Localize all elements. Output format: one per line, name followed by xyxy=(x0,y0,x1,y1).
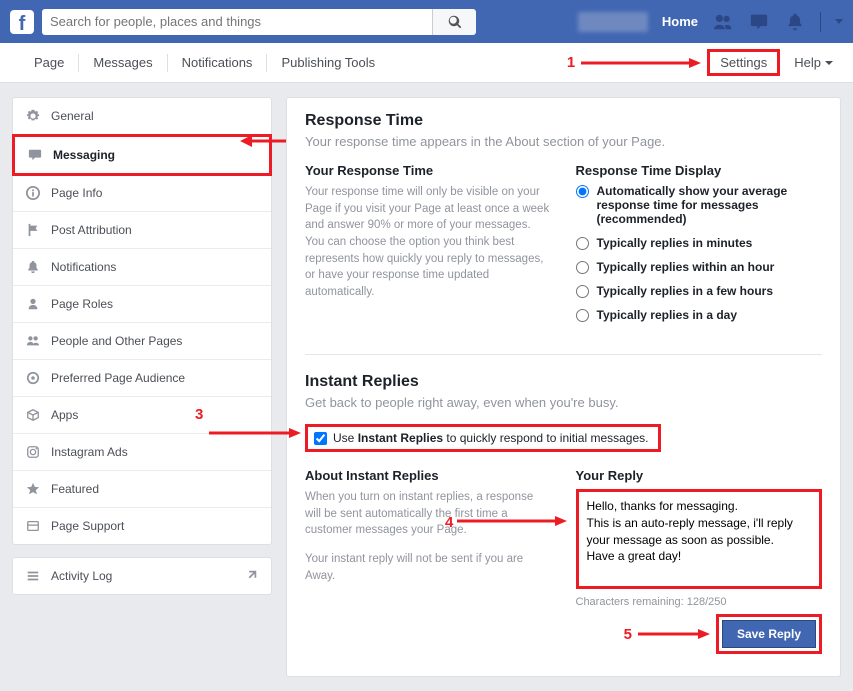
camera-icon xyxy=(25,444,41,460)
topbar: f Home xyxy=(0,0,853,43)
info-icon xyxy=(25,185,41,201)
page-nav: Page Messages Notifications Publishing T… xyxy=(0,43,853,83)
subsection-title: Response Time Display xyxy=(576,163,823,178)
gear-icon xyxy=(25,108,41,124)
sidebar-item-page-info[interactable]: Page Info xyxy=(13,175,271,212)
list-icon xyxy=(25,568,41,584)
search-button[interactable] xyxy=(432,9,476,35)
radio-option-hour[interactable]: Typically replies within an hour xyxy=(576,260,823,274)
sidebar-item-page-roles[interactable]: Page Roles xyxy=(13,286,271,323)
radio-option-auto[interactable]: Automatically show your average response… xyxy=(576,184,823,226)
sidebar-item-post-attribution[interactable]: Post Attribution xyxy=(13,212,271,249)
sidebar-item-label: Page Support xyxy=(51,519,124,533)
sidebar-item-label: Activity Log xyxy=(51,569,112,583)
radio-option-minutes[interactable]: Typically replies in minutes xyxy=(576,236,823,250)
search-input[interactable] xyxy=(42,9,432,35)
main-content: Response Time Your response time appears… xyxy=(286,97,841,677)
bell-icon xyxy=(25,259,41,275)
sidebar-item-label: Post Attribution xyxy=(51,223,132,237)
sidebar-item-label: People and Other Pages xyxy=(51,334,182,348)
sidebar-item-people-pages[interactable]: People and Other Pages xyxy=(13,323,271,360)
subsection-title: About Instant Replies xyxy=(305,468,552,483)
annotation-number: 5 xyxy=(624,626,632,643)
help-dropdown[interactable]: Help xyxy=(794,55,833,70)
sidebar-item-label: Page Roles xyxy=(51,297,113,311)
characters-remaining: Characters remaining: 128/250 xyxy=(576,596,823,608)
sidebar-item-label: Preferred Page Audience xyxy=(51,371,185,385)
sidebar-item-label: Featured xyxy=(51,482,99,496)
sidebar-item-label: Page Info xyxy=(51,186,102,200)
profile-link[interactable] xyxy=(578,12,648,32)
facebook-logo[interactable]: f xyxy=(10,10,34,34)
account-dropdown[interactable] xyxy=(835,19,843,24)
sidebar-item-activity-log[interactable]: Activity Log xyxy=(13,558,271,594)
home-link[interactable]: Home xyxy=(662,14,698,29)
search-icon xyxy=(448,15,462,29)
annotation-number: 1 xyxy=(567,54,575,71)
flag-icon xyxy=(25,518,41,534)
target-icon xyxy=(25,370,41,386)
person-icon xyxy=(25,296,41,312)
sidebar-item-preferred-audience[interactable]: Preferred Page Audience xyxy=(13,360,271,397)
tab-notifications[interactable]: Notifications xyxy=(168,55,267,70)
subsection-description: Your response time will only be visible … xyxy=(305,184,552,301)
sidebar-item-instagram-ads[interactable]: Instagram Ads xyxy=(13,434,271,471)
annotation-arrow xyxy=(638,627,710,641)
settings-sidebar: General Messaging Page Info Post Attribu… xyxy=(12,97,272,595)
external-icon xyxy=(243,568,259,584)
subsection-title: Your Reply xyxy=(576,468,823,483)
speech-icon xyxy=(27,147,43,163)
radio-option-few-hours[interactable]: Typically replies in a few hours xyxy=(576,284,823,298)
people-icon xyxy=(25,333,41,349)
tab-page[interactable]: Page xyxy=(20,55,78,70)
section-subtitle: Get back to people right away, even when… xyxy=(305,395,822,410)
tab-publishing-tools[interactable]: Publishing Tools xyxy=(267,55,389,70)
instant-replies-checkbox[interactable]: Use Instant Replies to quickly respond t… xyxy=(305,424,661,452)
sidebar-item-label: Messaging xyxy=(53,148,115,162)
messages-icon[interactable] xyxy=(748,11,770,33)
sidebar-item-apps[interactable]: Apps xyxy=(13,397,271,434)
annotation-arrow xyxy=(581,56,701,70)
sidebar-item-messaging[interactable]: Messaging xyxy=(15,137,269,173)
sidebar-item-label: Instagram Ads xyxy=(51,445,128,459)
flag-icon xyxy=(25,222,41,238)
tab-settings[interactable]: Settings xyxy=(707,49,780,76)
radio-option-day[interactable]: Typically replies in a day xyxy=(576,308,823,322)
box-icon xyxy=(25,407,41,423)
friend-requests-icon[interactable] xyxy=(712,11,734,33)
sidebar-item-label: General xyxy=(51,109,94,123)
section-title: Instant Replies xyxy=(305,373,822,391)
notifications-icon[interactable] xyxy=(784,11,806,33)
tab-messages[interactable]: Messages xyxy=(79,55,166,70)
sidebar-item-general[interactable]: General xyxy=(13,98,271,135)
sidebar-item-notifications[interactable]: Notifications xyxy=(13,249,271,286)
sidebar-item-label: Apps xyxy=(51,408,78,422)
subsection-title: Your Response Time xyxy=(305,163,552,178)
subsection-note: Your instant reply will not be sent if y… xyxy=(305,551,552,584)
sidebar-item-featured[interactable]: Featured xyxy=(13,471,271,508)
sidebar-item-page-support[interactable]: Page Support xyxy=(13,508,271,544)
section-title: Response Time xyxy=(305,112,822,130)
save-reply-button[interactable]: Save Reply xyxy=(722,620,816,648)
reply-textarea[interactable] xyxy=(576,489,823,589)
star-icon xyxy=(25,481,41,497)
sidebar-item-label: Notifications xyxy=(51,260,116,274)
subsection-description: When you turn on instant replies, a resp… xyxy=(305,489,552,539)
section-subtitle: Your response time appears in the About … xyxy=(305,134,822,149)
